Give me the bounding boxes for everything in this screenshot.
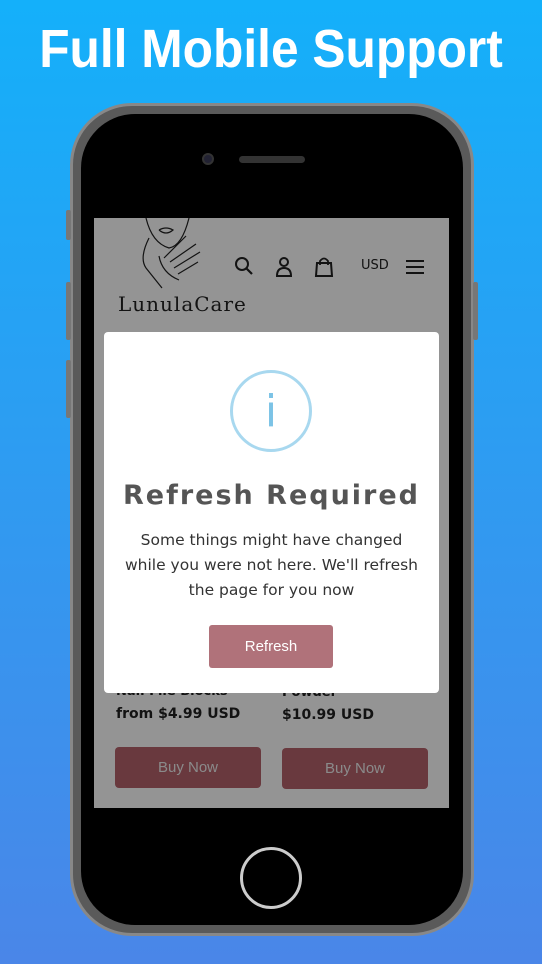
speaker-grille: [239, 156, 305, 163]
phone-power-button: [473, 282, 478, 340]
headline: Full Mobile Support: [39, 19, 503, 79]
modal-title: Refresh Required: [122, 480, 421, 511]
phone-volume-down: [66, 360, 71, 418]
camera-icon: [202, 153, 214, 165]
refresh-modal: i Refresh Required Some things might hav…: [104, 332, 439, 693]
phone-mute-switch: [66, 210, 71, 240]
home-button[interactable]: [240, 847, 302, 909]
modal-message: Some things might have changed while you…: [124, 531, 419, 599]
phone-volume-up: [66, 282, 71, 340]
info-icon: i: [230, 370, 312, 452]
refresh-button[interactable]: Refresh: [209, 625, 333, 668]
